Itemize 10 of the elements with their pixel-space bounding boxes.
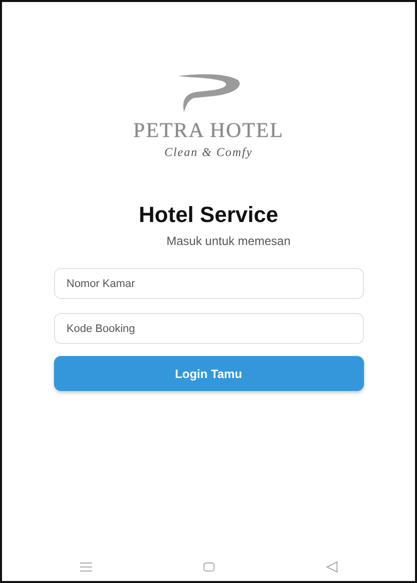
page-title: Hotel Service [138,202,278,228]
brand-tagline: Clean & Comfy [164,145,253,160]
home-icon[interactable] [202,561,216,573]
login-button[interactable]: Login Tamu [54,356,364,391]
page-subtitle: Masuk untuk memesan [166,234,291,248]
menu-icon[interactable] [78,561,92,573]
input-field[interactable]: Nomor Kamar [54,268,364,299]
brand-name: PETRA HOTEL [133,118,284,143]
back-icon[interactable] [324,561,338,573]
input-field[interactable]: Kode Booking [54,313,364,344]
